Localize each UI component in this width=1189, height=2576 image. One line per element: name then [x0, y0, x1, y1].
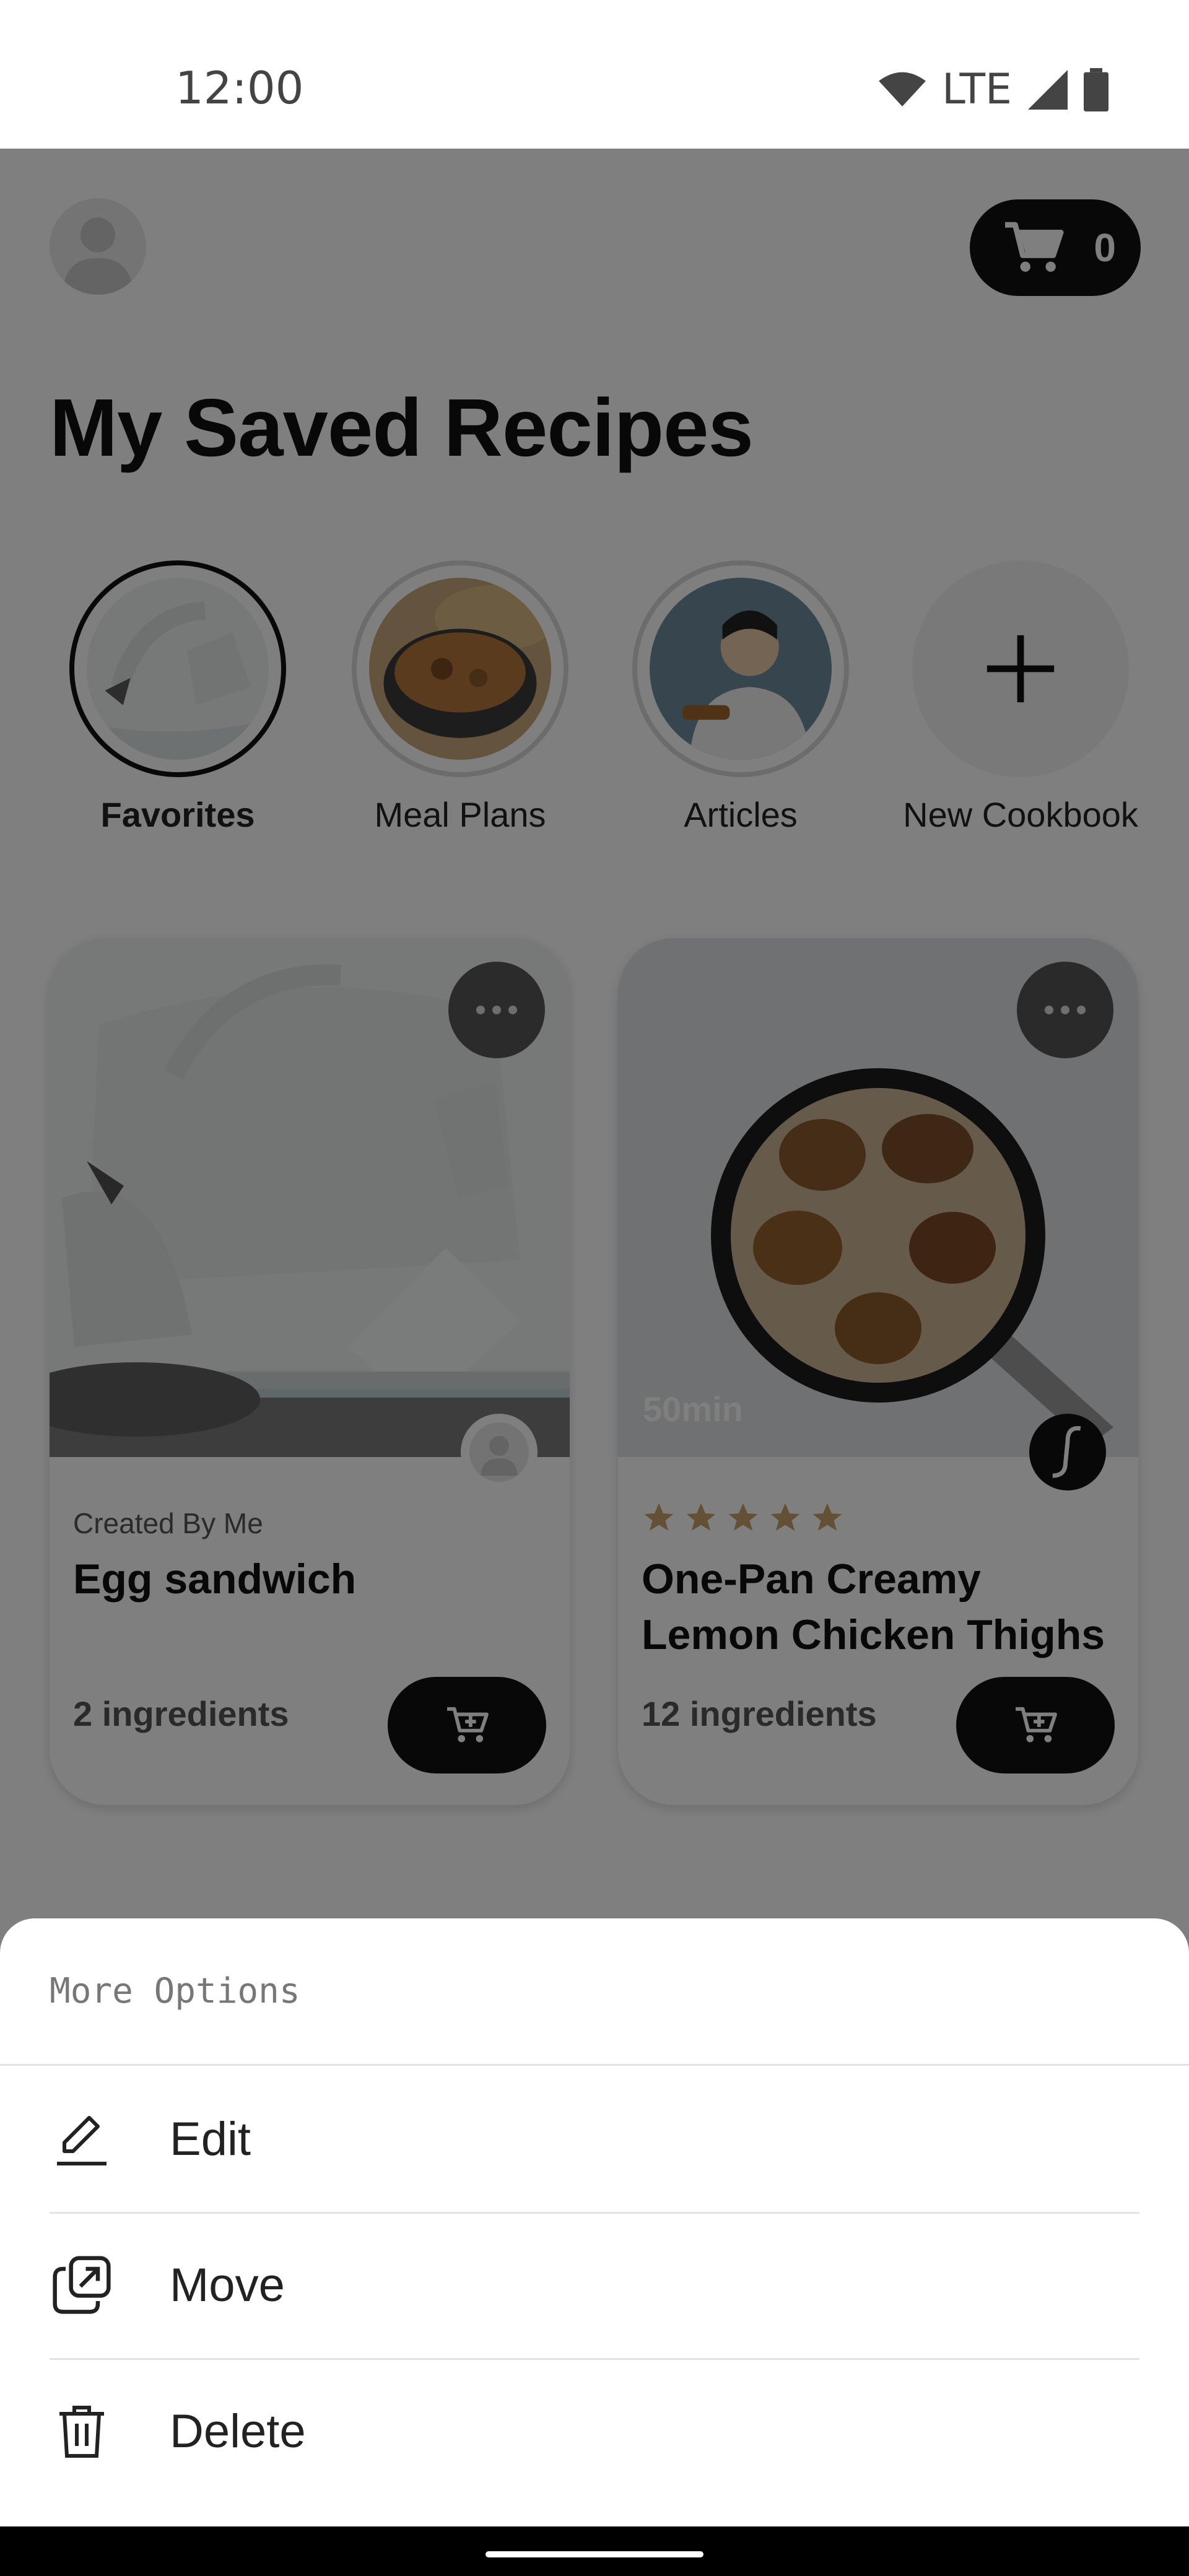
network-type: LTE [941, 65, 1012, 114]
sheet-title: More Options [50, 1971, 300, 2011]
wifi-icon [879, 72, 926, 107]
delete-option[interactable]: Delete [50, 2358, 1139, 2504]
pencil-icon [50, 2107, 114, 2171]
trash-icon [50, 2399, 114, 2463]
home-gesture-handle[interactable] [486, 2551, 703, 2557]
move-label: Move [170, 2258, 285, 2312]
battery-icon [1084, 67, 1108, 111]
move-option[interactable]: Move [50, 2212, 1139, 2358]
delete-label: Delete [170, 2404, 306, 2458]
status-icons: LTE [879, 65, 1108, 114]
cell-signal-icon [1028, 69, 1068, 110]
more-options-sheet: More Options Edit Move Delete [0, 1918, 1189, 2526]
move-icon [50, 2253, 114, 2317]
status-time: 12:00 [175, 62, 304, 114]
edit-label: Edit [170, 2112, 251, 2165]
status-bar: 12:00 LTE [0, 0, 1189, 149]
edit-option[interactable]: Edit [50, 2066, 1139, 2212]
